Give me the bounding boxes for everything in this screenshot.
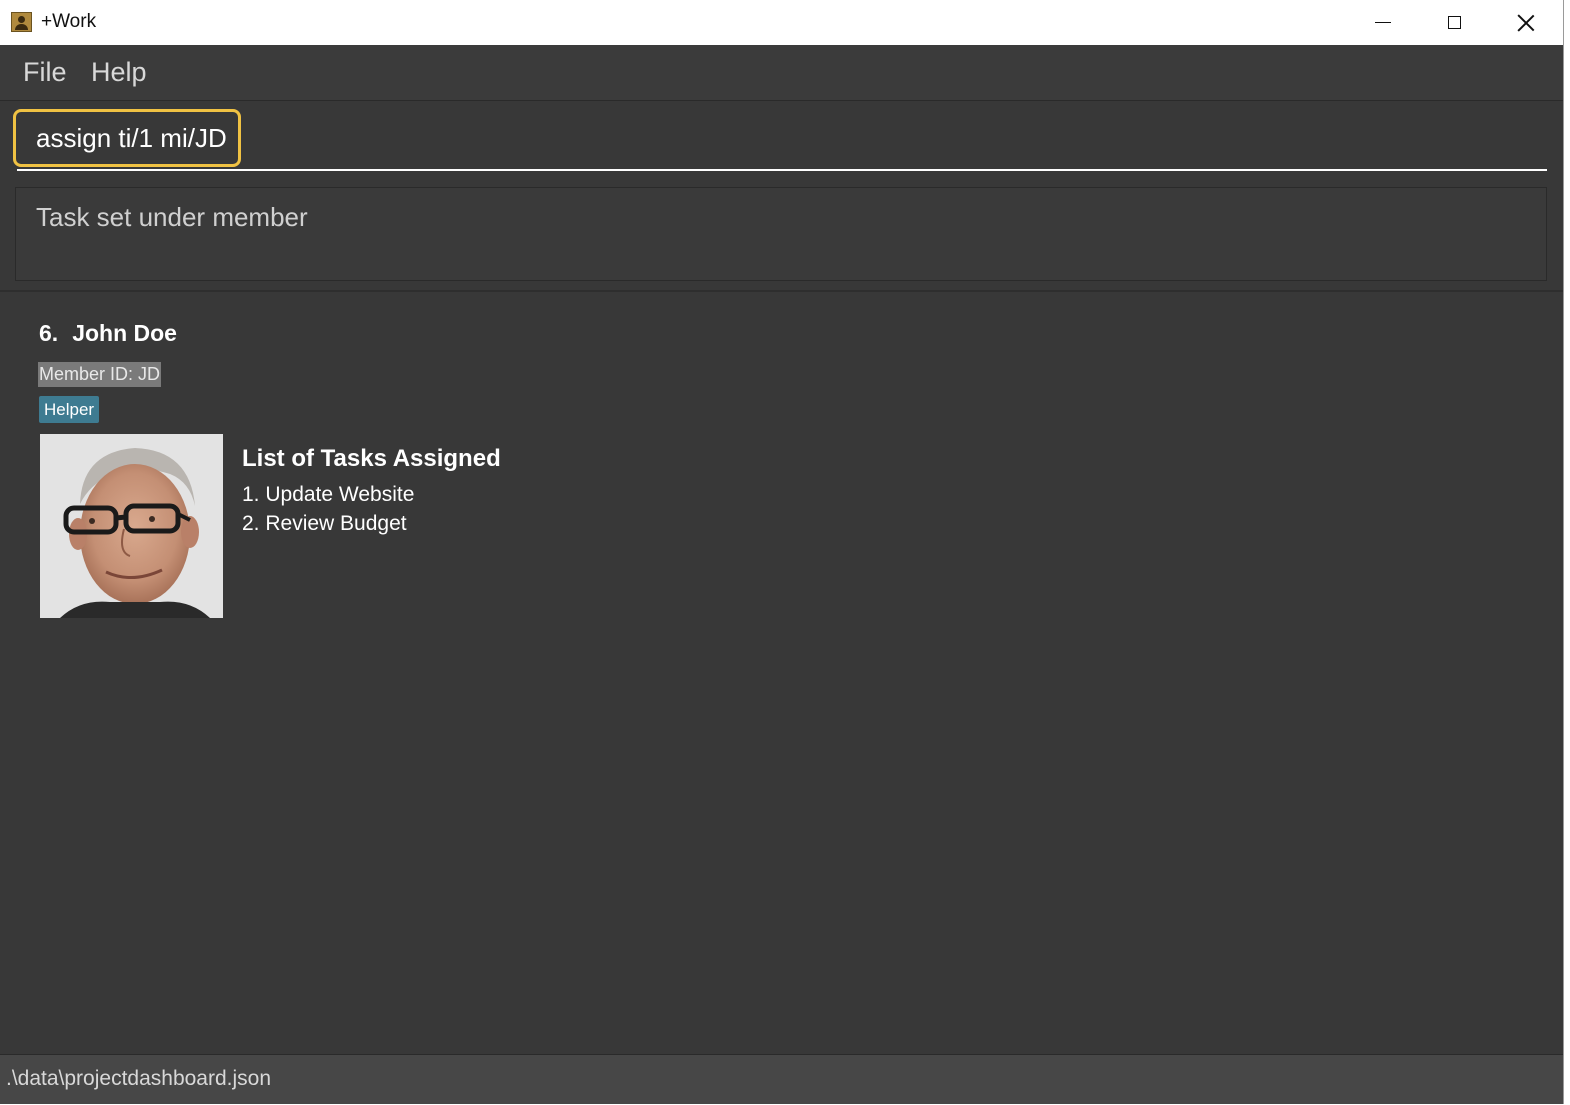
title-bar: +Work [0, 0, 1563, 45]
task-item: 1. Update Website [242, 483, 415, 506]
member-name: John Doe [72, 320, 177, 346]
member-card[interactable]: 6. John Doe Member ID: JD Helper List of… [0, 294, 1563, 1054]
minimize-icon [1375, 22, 1391, 23]
command-underline [17, 169, 1547, 171]
role-tag: Helper [39, 396, 100, 423]
tasks-heading: List of Tasks Assigned [242, 445, 501, 472]
member-id-label: Member ID: JD [38, 362, 162, 387]
member-avatar [40, 434, 223, 618]
command-input[interactable] [13, 109, 241, 167]
save-file-path: .\data\projectdashboard.json [6, 1067, 272, 1090]
window-title: +Work [41, 11, 97, 32]
section-divider [0, 290, 1563, 292]
result-message: Task set under member [36, 202, 308, 232]
menu-bar: File Help [0, 45, 1563, 101]
member-name-heading: 6. John Doe [39, 320, 177, 347]
member-photo [40, 434, 223, 618]
close-icon [1517, 14, 1535, 32]
command-box [0, 101, 1563, 179]
desktop-edge [1564, 0, 1570, 1105]
minimize-button[interactable] [1348, 0, 1418, 45]
menu-help[interactable]: Help [91, 57, 147, 88]
app-icon [11, 12, 32, 32]
app-window: +Work File Help Task set under member 6.… [0, 0, 1564, 1104]
maximize-button[interactable] [1419, 0, 1489, 45]
close-button[interactable] [1491, 0, 1561, 45]
result-display: Task set under member [15, 187, 1547, 281]
maximize-icon [1447, 16, 1461, 29]
menu-file[interactable]: File [23, 57, 67, 88]
status-bar: .\data\projectdashboard.json [0, 1054, 1563, 1104]
task-item: 2. Review Budget [242, 512, 407, 535]
task-list: 1. Update Website 2. Review Budget [242, 480, 414, 538]
member-index: 6. [39, 320, 59, 346]
